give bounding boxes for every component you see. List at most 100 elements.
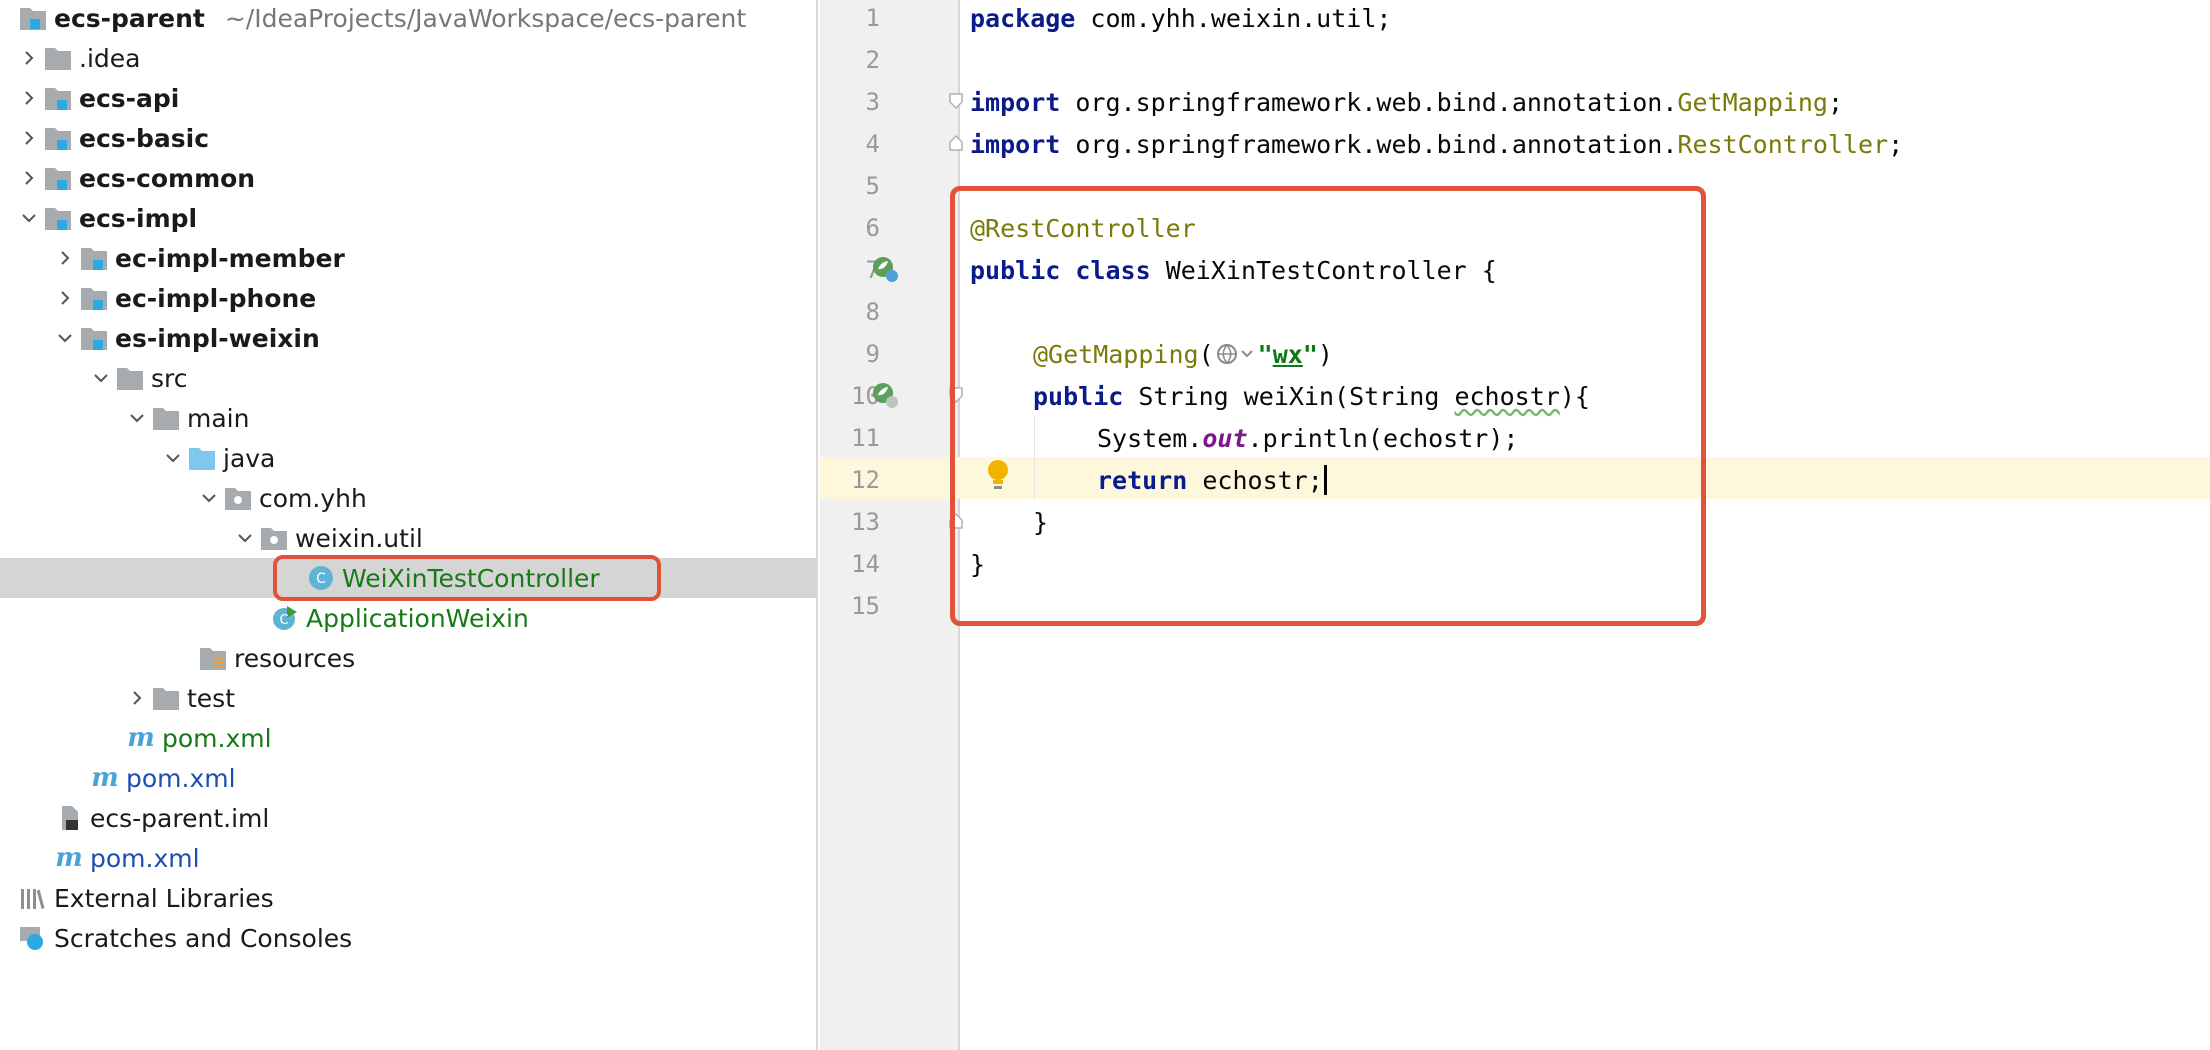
line-number: 3	[865, 88, 880, 116]
fold-marker-icon[interactable]	[948, 134, 964, 152]
tree-item-label: weixin.util	[295, 523, 423, 553]
project-tree: ecs-parent ~/IdeaProjects/JavaWorkspace/…	[0, 0, 818, 1050]
tree-item-scratches[interactable]: Scratches and Consoles	[0, 918, 816, 958]
line-number: 11	[851, 424, 880, 452]
tree-item-label: main	[187, 403, 250, 433]
resources-folder-icon	[198, 638, 228, 678]
module-folder-icon	[43, 118, 73, 158]
fold-marker-icon[interactable]	[948, 512, 964, 530]
code-line-1: package com.yhh.weixin.util;	[970, 3, 1392, 33]
globe-icon[interactable]	[1216, 342, 1256, 366]
module-folder-icon	[79, 278, 109, 318]
tree-item-test[interactable]: test	[0, 678, 816, 718]
tree-item-label: WeiXinTestController	[342, 563, 600, 593]
fold-marker-icon[interactable]	[948, 92, 964, 110]
code-line-4: import org.springframework.web.bind.anno…	[970, 129, 1904, 159]
tree-item-ec-impl-phone[interactable]: ec-impl-phone	[0, 278, 816, 318]
chevron-right-icon[interactable]	[123, 678, 151, 718]
tree-item-pom-weixin[interactable]: m pom.xml	[0, 718, 816, 758]
code-line-6: @RestController	[970, 213, 1196, 243]
tree-item-label: pom.xml	[162, 723, 272, 753]
tree-item-ecs-common[interactable]: ecs-common	[0, 158, 816, 198]
class-icon: C	[306, 558, 336, 598]
lightbulb-icon[interactable]	[983, 458, 1013, 494]
tree-root[interactable]: ecs-parent ~/IdeaProjects/JavaWorkspace/…	[0, 0, 816, 38]
tree-item-label: com.yhh	[259, 483, 367, 513]
chevron-down-icon[interactable]	[123, 398, 151, 438]
chevron-right-icon[interactable]	[51, 238, 79, 278]
tree-item-label: pom.xml	[90, 843, 200, 873]
tree-item-pom-root[interactable]: m pom.xml	[0, 838, 816, 878]
tree-item-label: resources	[234, 643, 356, 673]
chevron-down-icon[interactable]	[159, 438, 187, 478]
fold-marker-icon[interactable]	[948, 386, 964, 404]
chevron-down-icon[interactable]	[231, 518, 259, 558]
line-number: 14	[851, 550, 880, 578]
tree-item-applicationweixin[interactable]: C ApplicationWeixin	[0, 598, 816, 638]
tree-item-weixintestcontroller[interactable]: C WeiXinTestController	[0, 558, 816, 598]
current-line-highlight	[820, 457, 2210, 499]
maven-icon: m	[54, 838, 84, 878]
tree-item-label: ApplicationWeixin	[306, 603, 529, 633]
code-line-11: System. out .println(echostr);	[1097, 423, 1519, 453]
svg-text:m: m	[55, 844, 83, 872]
tree-item-label: java	[223, 443, 276, 473]
tree-item-src[interactable]: src	[0, 358, 816, 398]
tree-item-es-impl-weixin[interactable]: es-impl-weixin	[0, 318, 816, 358]
spring-mapping-icon[interactable]	[870, 380, 900, 410]
chevron-right-icon[interactable]	[15, 158, 43, 198]
line-number: 15	[851, 592, 880, 620]
package-icon	[259, 518, 289, 558]
folder-icon	[151, 398, 181, 438]
module-folder-icon	[79, 238, 109, 278]
tree-item-ec-impl-member[interactable]: ec-impl-member	[0, 238, 816, 278]
tree-item-resources[interactable]: resources	[0, 638, 816, 678]
folder-icon	[43, 38, 73, 78]
tree-item-ecs-api[interactable]: ecs-api	[0, 78, 816, 118]
line-number: 13	[851, 508, 880, 536]
chevron-down-icon[interactable]	[51, 318, 79, 358]
line-number: 2	[865, 46, 880, 74]
line-number: 5	[865, 172, 880, 200]
indent-guide	[1034, 416, 1035, 500]
tree-item-external-libraries[interactable]: External Libraries	[0, 878, 816, 918]
tree-item-com-yhh[interactable]: com.yhh	[0, 478, 816, 518]
tree-item-ecs-impl[interactable]: ecs-impl	[0, 198, 816, 238]
code-line-9: @GetMapping(" wx ")	[1033, 339, 1333, 369]
tree-item-java[interactable]: java	[0, 438, 816, 478]
tree-item-label: .idea	[79, 43, 141, 73]
spring-boot-class-icon: C	[270, 598, 300, 638]
code-line-10: public String weiXin(String echostr){	[1033, 381, 1590, 411]
module-folder-icon	[43, 78, 73, 118]
tree-item-ecs-basic[interactable]: ecs-basic	[0, 118, 816, 158]
tree-item-iml[interactable]: ecs-parent.iml	[0, 798, 816, 838]
module-folder-icon	[79, 318, 109, 358]
tree-item-idea[interactable]: .idea	[0, 38, 816, 78]
package-icon	[223, 478, 253, 518]
tree-item-label: es-impl-weixin	[115, 323, 320, 353]
maven-icon: m	[126, 718, 156, 758]
tree-item-weixin-util[interactable]: weixin.util	[0, 518, 816, 558]
spring-bean-icon[interactable]	[870, 254, 900, 284]
chevron-down-icon[interactable]	[87, 358, 115, 398]
chevron-right-icon[interactable]	[51, 278, 79, 318]
scratches-icon	[18, 918, 48, 958]
chevron-right-icon[interactable]	[15, 78, 43, 118]
line-number: 8	[865, 298, 880, 326]
module-folder-icon	[43, 198, 73, 238]
line-number: 6	[865, 214, 880, 242]
chevron-down-icon[interactable]	[195, 478, 223, 518]
chevron-down-icon[interactable]	[15, 198, 43, 238]
tree-item-main[interactable]: main	[0, 398, 816, 438]
code-line-14: }	[970, 549, 986, 579]
tree-item-label: ecs-parent.iml	[90, 803, 270, 833]
code-line-12: return echostr;	[1097, 459, 1327, 501]
tree-root-label: ecs-parent	[54, 3, 205, 33]
tree-item-pom-impl[interactable]: m pom.xml	[0, 758, 816, 798]
chevron-right-icon[interactable]	[15, 118, 43, 158]
tree-root-path: ~/IdeaProjects/JavaWorkspace/ecs-parent	[224, 3, 747, 33]
svg-text:C: C	[316, 571, 326, 587]
tree-item-label: ecs-common	[79, 163, 256, 193]
chevron-right-icon[interactable]	[15, 38, 43, 78]
module-folder-icon	[43, 158, 73, 198]
